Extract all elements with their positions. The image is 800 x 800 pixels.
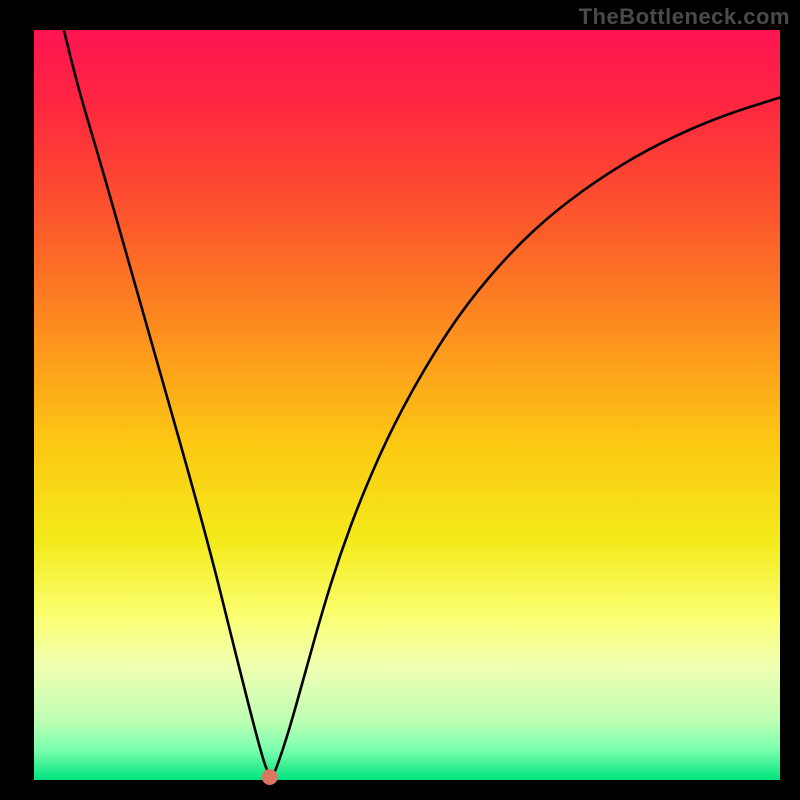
vertex-marker <box>262 769 278 785</box>
bottleneck-chart <box>0 0 800 800</box>
plot-background <box>34 30 780 780</box>
chart-frame: TheBottleneck.com <box>0 0 800 800</box>
